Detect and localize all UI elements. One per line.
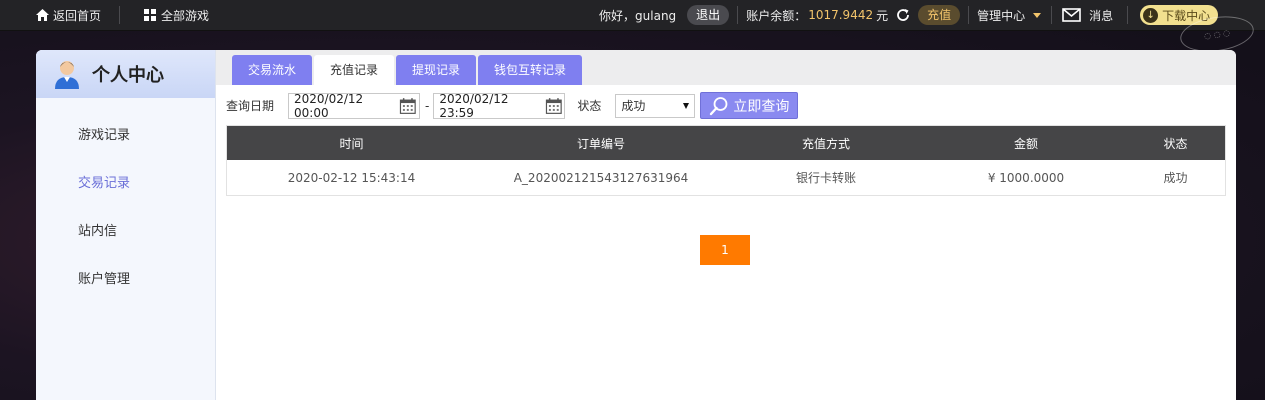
content-area: 交易流水 充值记录 提现记录 钱包互转记录 查询日期 2020/02/12 00… <box>216 50 1236 400</box>
cell-amount: ¥ 1000.0000 <box>987 170 1065 185</box>
divider <box>119 6 121 24</box>
sidebar-item-transaction-records[interactable]: 交易记录 <box>36 160 215 208</box>
start-date-input[interactable]: 2020/02/12 00:00 <box>288 91 421 120</box>
mail-icon <box>1062 8 1081 22</box>
all-games-label: 全部游戏 <box>161 8 210 23</box>
tab-withdrawal-records[interactable]: 提现记录 <box>396 55 477 85</box>
cell-time: 2020-02-12 15:43:14 <box>287 170 416 185</box>
sidebar: 个人中心 游戏记录 交易记录 站内信 账户管理 <box>36 50 216 400</box>
messages-link[interactable]: 消息 <box>1062 0 1113 31</box>
start-date-value: 2020/02/12 00:00 <box>294 91 364 120</box>
cell-order-number: A_202002121543127631964 <box>513 170 689 185</box>
date-separator: - <box>425 98 430 113</box>
logout-button[interactable]: 退出 <box>687 5 730 25</box>
column-header-status: 状态 <box>1163 136 1188 151</box>
sidebar-item-game-records[interactable]: 游戏记录 <box>36 112 215 160</box>
search-icon <box>710 96 728 115</box>
tab-recharge-records[interactable]: 充值记录 <box>314 55 395 85</box>
column-header-recharge-method: 充值方式 <box>801 136 850 151</box>
status-select-value: 成功 <box>621 99 646 113</box>
status-select[interactable]: 成功 <box>615 93 696 118</box>
column-header-time: 时间 <box>339 136 364 151</box>
sidebar-menu: 游戏记录 交易记录 站内信 账户管理 <box>36 98 215 304</box>
home-icon <box>36 9 49 21</box>
top-bar: 返回首页 全部游戏 你好，gulang 退出 账户余额： 1017.9442 元… <box>0 0 1265 31</box>
records-table: 时间 订单编号 充值方式 金额 状态 2020-02-12 15:43:14 A… <box>226 125 1226 196</box>
home-link-label: 返回首页 <box>53 8 102 23</box>
balance-area: 账户余额： 1017.9442 元 充值 <box>746 0 961 31</box>
sidebar-item-account-management[interactable]: 账户管理 <box>36 256 215 304</box>
dropdown-arrow-icon <box>683 102 690 109</box>
tab-transaction-flow[interactable]: 交易流水 <box>232 55 313 85</box>
main-panel: 个人中心 游戏记录 交易记录 站内信 账户管理 交易流水 充值记录 提现记录 钱… <box>36 50 1236 400</box>
tabs: 交易流水 充值记录 提现记录 钱包互转记录 <box>232 55 584 85</box>
greeting: 你好，gulang <box>599 0 676 31</box>
pagination-page-button[interactable]: 1 <box>700 235 750 265</box>
table-row: 2020-02-12 15:43:14 A_202002121543127631… <box>227 160 1225 195</box>
column-header-amount: 金额 <box>1013 136 1038 151</box>
tab-wallet-transfer-records[interactable]: 钱包互转记录 <box>478 55 583 85</box>
table-header: 时间 订单编号 充值方式 金额 状态 <box>227 126 1225 160</box>
grid-icon <box>144 9 157 21</box>
status-label: 状态 <box>577 99 602 113</box>
home-link[interactable]: 返回首页 <box>36 0 101 31</box>
download-icon: ↓ <box>1143 7 1159 23</box>
end-date-value: 2020/02/12 23:59 <box>439 91 509 120</box>
divider <box>737 6 739 24</box>
cell-status: 成功 <box>1163 171 1188 185</box>
date-label: 查询日期 <box>226 99 275 113</box>
currency-unit: 元 <box>876 8 889 23</box>
calendar-icon[interactable] <box>399 97 417 115</box>
recharge-button[interactable]: 充值 <box>918 5 961 25</box>
sidebar-title: 个人中心 <box>92 65 164 86</box>
balance-value: 1017.9442 <box>808 8 874 22</box>
query-button[interactable]: 立即查询 <box>700 92 799 119</box>
end-date-input[interactable]: 2020/02/12 23:59 <box>433 91 566 120</box>
logout-wrap: 退出 <box>687 0 730 31</box>
chevron-down-icon <box>1033 12 1042 18</box>
all-games-link[interactable]: 全部游戏 <box>144 0 209 31</box>
filter-bar: 查询日期 2020/02/12 00:00 - 2020/02/12 23:59 <box>226 91 799 120</box>
user-avatar-icon <box>55 61 79 89</box>
calendar-icon[interactable] <box>545 97 563 115</box>
column-header-order-number: 订单编号 <box>576 136 625 151</box>
balance-label: 账户余额： <box>746 8 807 23</box>
divider <box>1051 6 1053 24</box>
divider <box>968 6 970 24</box>
sidebar-item-inbox[interactable]: 站内信 <box>36 208 215 256</box>
refresh-icon[interactable] <box>895 7 911 23</box>
query-button-label: 立即查询 <box>733 98 790 115</box>
messages-label: 消息 <box>1089 8 1114 23</box>
management-menu[interactable]: 管理中心 <box>977 0 1042 31</box>
greeting-text: 你好，gulang <box>599 8 677 23</box>
cell-recharge-method: 银行卡转账 <box>795 171 856 185</box>
sidebar-header: 个人中心 <box>36 50 215 98</box>
management-label: 管理中心 <box>977 8 1026 23</box>
divider <box>1127 6 1129 24</box>
